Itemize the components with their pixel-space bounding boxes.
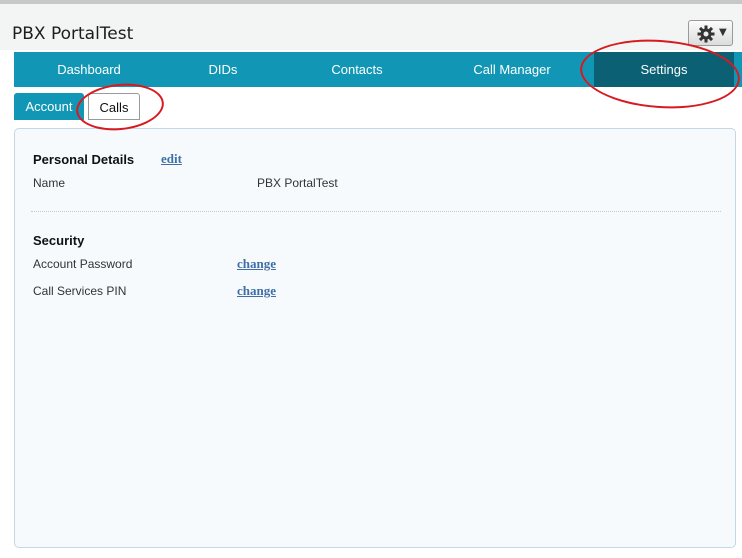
personal-details-heading: Personal Details [33,152,135,167]
tab-contacts[interactable]: Contacts [282,52,432,87]
tab-dids[interactable]: DIDs [164,52,282,87]
name-value: PBX PortalTest [257,176,338,190]
subtab-account[interactable]: Account [14,93,84,120]
change-pin-link[interactable]: change [237,283,276,299]
change-password-link[interactable]: change [237,256,276,272]
security-heading: Security [33,233,85,248]
annotation-circle-calls [73,79,167,135]
tab-dashboard[interactable]: Dashboard [14,52,164,87]
call-services-pin-label: Call Services PIN [33,284,127,298]
gear-icon [697,25,715,43]
app-title: PBX PortalTest [12,24,134,44]
chevron-down-icon: ▼ [719,27,727,38]
edit-personal-details-link[interactable]: edit [161,151,182,167]
settings-panel: Personal Details edit Name PBX PortalTes… [14,128,736,548]
section-divider [31,211,721,212]
tab-call-manager[interactable]: Call Manager [432,52,592,87]
settings-menu-button[interactable]: ▼ [688,20,733,46]
name-label: Name [33,176,66,190]
account-password-label: Account Password [33,257,133,271]
